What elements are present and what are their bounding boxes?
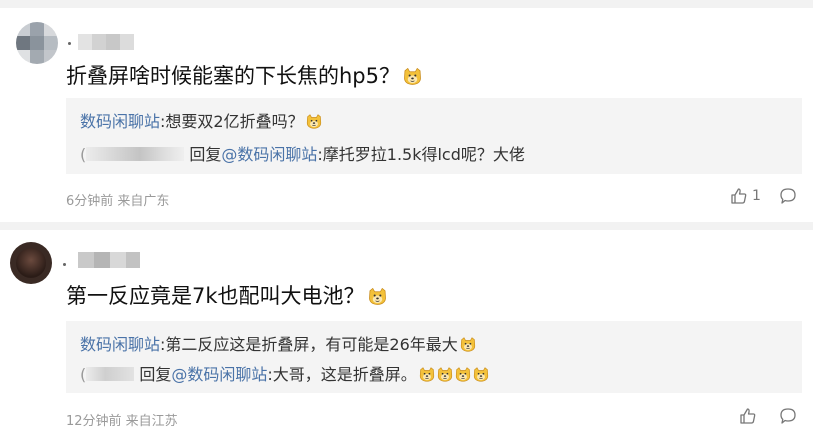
comment-button[interactable] [779,187,797,205]
comment-divider [0,222,813,230]
avatar[interactable] [10,242,52,284]
comment-item: 折叠屏啥时候能塞的下长焦的hp5？ 数码闲聊站:想要双2亿折叠吗？ ( 回复@数… [0,0,813,225]
reply-preview[interactable]: 数码闲聊站:第二反应这是折叠屏，有可能是26年最大 ( 回复@数码闲聊站:大哥，… [66,321,802,393]
reply-preview[interactable]: 数码闲聊站:想要双2亿折叠吗？ ( 回复@数码闲聊站:摩托罗拉1.5k得lcd呢… [66,98,802,174]
sub-reply-prefix: 回复 [189,145,222,164]
like-button[interactable]: 1 [730,187,761,205]
sub-reply-prefix: 回复 [139,365,172,384]
comment-item: 第一反应竟是7k也配叫大电池？ 数码闲聊站:第二反应这是折叠屏，有可能是26年最… [0,230,813,437]
username-blurred[interactable] [86,147,185,161]
mention-link[interactable]: @数码闲聊站 [171,365,267,384]
username-blurred[interactable] [86,367,135,381]
username-dot [68,42,71,45]
username-blurred[interactable] [78,34,134,50]
comment-meta: 12分钟前 来自江苏 [66,414,178,429]
reply-text: :第二反应这是折叠屏，有可能是26年最大 [160,335,458,354]
doge-emoji-icon [403,68,422,85]
comment-meta: 6分钟前 来自广东 [66,194,170,209]
comment-bubble-icon [780,408,796,424]
avatar[interactable] [16,22,58,64]
comment-text: 折叠屏啥时候能塞的下长焦的hp5？ [66,60,422,90]
doge-emoji-icon [455,367,471,382]
mention-link[interactable]: @数码闲聊站 [221,145,317,164]
username-dot [63,263,66,266]
doge-emoji-icon [473,367,489,382]
like-count: 1 [752,188,761,204]
comment-bubble-icon [780,188,796,204]
thumbs-up-icon [740,408,756,424]
sub-reply-text: :大哥，这是折叠屏。 [267,365,417,384]
reply-text: :想要双2亿折叠吗？ [160,112,304,131]
doge-emoji-icon [306,114,322,129]
thumbs-up-icon [731,188,747,204]
doge-emoji-icon [419,367,435,382]
comment-text: 第一反应竟是7k也配叫大电池？ [66,280,387,310]
doge-emoji-icon [437,367,453,382]
sub-reply-text: :摩托罗拉1.5k得lcd呢？大佬 [317,145,525,164]
doge-emoji-icon [368,288,387,305]
comment-button[interactable] [779,407,797,425]
doge-emoji-icon [460,337,476,352]
reply-author-link[interactable]: 数码闲聊站 [80,335,160,354]
like-button[interactable] [739,407,761,425]
username-blurred[interactable] [78,252,140,268]
reply-author-link[interactable]: 数码闲聊站 [80,112,160,131]
